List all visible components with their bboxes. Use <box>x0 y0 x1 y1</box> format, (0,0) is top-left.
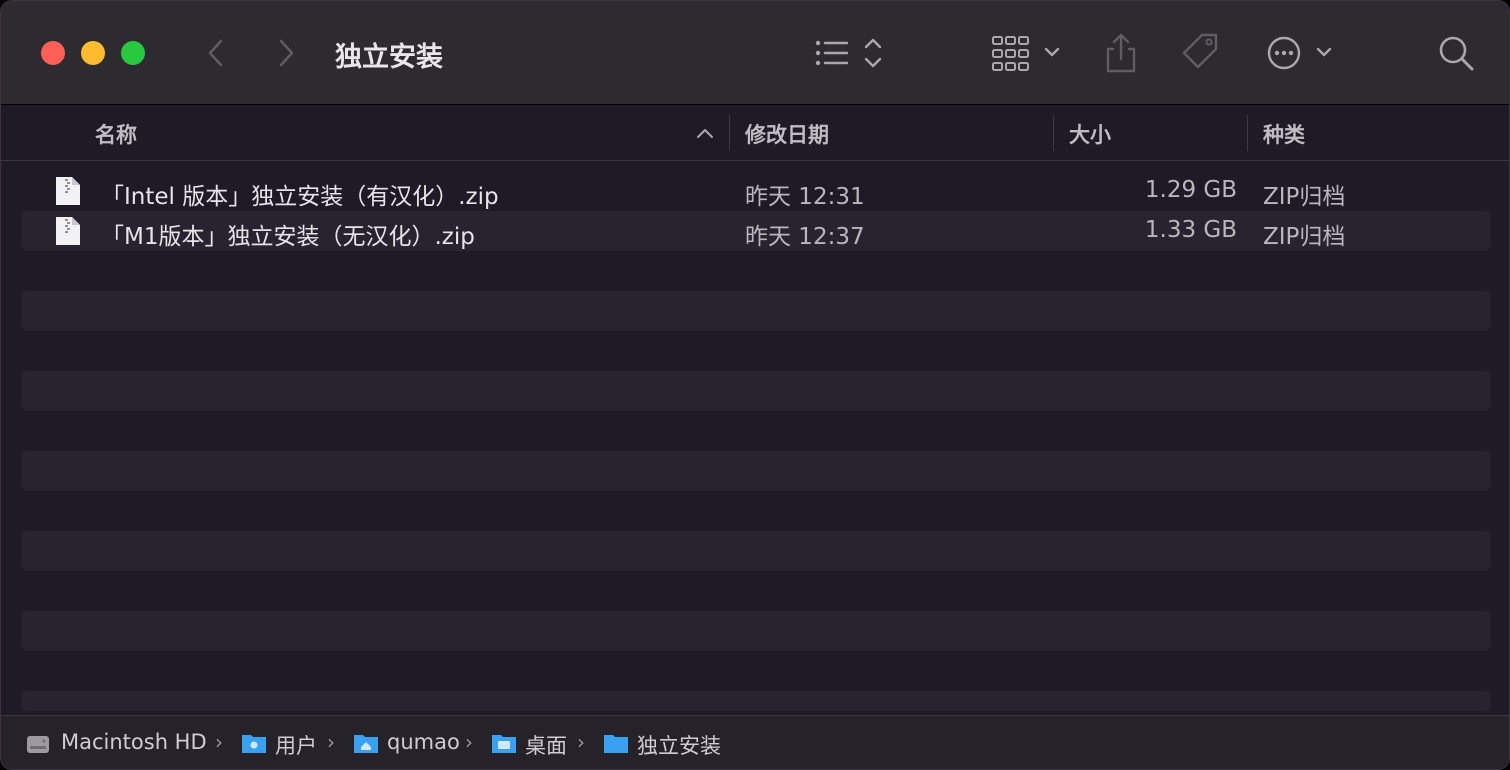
path-item-users[interactable]: 用户 <box>275 730 317 760</box>
zoom-button[interactable] <box>121 41 145 65</box>
disk-icon <box>27 736 49 753</box>
share-icon[interactable] <box>1101 29 1141 77</box>
folder-icon <box>492 735 516 753</box>
column-divider[interactable] <box>729 115 730 151</box>
tag-icon[interactable] <box>1176 29 1224 77</box>
file-date: 昨天 12:37 <box>745 224 865 250</box>
chevron-right-icon: › <box>327 730 335 754</box>
column-size[interactable]: 大小 <box>1069 119 1111 149</box>
folder-icon <box>354 735 378 753</box>
path-item-current[interactable]: 独立安装 <box>637 730 721 760</box>
file-kind: ZIP归档 <box>1263 184 1346 210</box>
path-item-home[interactable]: qumao <box>387 730 460 754</box>
sort-ascending-icon[interactable] <box>695 125 715 141</box>
zip-file-icon <box>56 217 80 245</box>
file-size: 1.29 GB <box>1144 177 1237 203</box>
empty-row <box>21 611 1491 651</box>
file-row[interactable]: 「Intel 版本」独立安装（有汉化）.zip 昨天 12:31 1.29 GB… <box>21 171 1491 211</box>
folder-icon <box>242 735 266 753</box>
chevron-right-icon[interactable] <box>271 35 301 71</box>
list-view-icon[interactable] <box>811 29 889 77</box>
search-icon[interactable] <box>1435 29 1479 77</box>
toolbar: 独立安装 <box>1 1 1509 105</box>
chevron-left-icon[interactable] <box>201 35 231 71</box>
column-header: 名称 修改日期 大小 种类 <box>1 105 1509 161</box>
path-item-disk[interactable]: Macintosh HD <box>61 730 207 754</box>
file-name: 「Intel 版本」独立安装（有汉化）.zip <box>101 184 499 210</box>
chevron-right-icon: › <box>465 730 473 754</box>
column-kind[interactable]: 种类 <box>1263 119 1305 149</box>
path-bar: Macintosh HD › 用户 › qumao › 桌面 › 独立安装 <box>1 715 1509 769</box>
path-item-desktop[interactable]: 桌面 <box>525 730 567 760</box>
column-name[interactable]: 名称 <box>95 119 137 149</box>
chevron-right-icon: › <box>577 730 585 754</box>
column-date[interactable]: 修改日期 <box>745 119 829 149</box>
folder-icon <box>604 735 628 753</box>
chevron-right-icon: › <box>215 730 223 754</box>
empty-row <box>21 451 1491 491</box>
file-list: 「Intel 版本」独立安装（有汉化）.zip 昨天 12:31 1.29 GB… <box>1 171 1509 711</box>
more-icon[interactable] <box>1263 29 1343 77</box>
column-divider[interactable] <box>1247 115 1248 151</box>
group-grid-icon[interactable] <box>989 29 1069 77</box>
file-size: 1.33 GB <box>1144 217 1237 243</box>
minimize-button[interactable] <box>81 41 105 65</box>
close-button[interactable] <box>41 41 65 65</box>
file-kind: ZIP归档 <box>1263 224 1346 250</box>
finder-window: 独立安装 名称 修改日期 大小 种类 「Intel 版本」独立安装（有汉化）.z… <box>0 0 1510 770</box>
file-row[interactable]: 「M1版本」独立安装（无汉化）.zip 昨天 12:37 1.33 GB ZIP… <box>21 211 1491 251</box>
empty-row <box>21 291 1491 331</box>
window-title: 独立安装 <box>335 42 443 73</box>
zip-file-icon <box>56 177 80 205</box>
empty-row <box>21 371 1491 411</box>
file-date: 昨天 12:31 <box>745 184 865 210</box>
column-divider[interactable] <box>1053 115 1054 151</box>
file-name: 「M1版本」独立安装（无汉化）.zip <box>101 224 475 250</box>
empty-row <box>21 691 1491 711</box>
empty-row <box>21 531 1491 571</box>
